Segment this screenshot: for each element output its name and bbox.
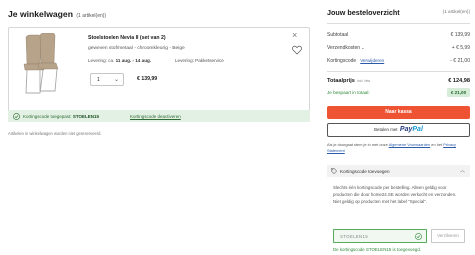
coupon-success-message: De kortingscode STOELEN15 is toegevoegd. (333, 247, 422, 252)
shipping-cost-value: + € 5,99 (451, 45, 470, 51)
redeem-button[interactable]: Verzilveren (431, 229, 465, 243)
summary-item-count: (1 artikel(en)) (442, 9, 470, 14)
product-price: € 139,99 (137, 76, 158, 82)
shipping-cost-toggle[interactable]: Verzendkosten⌄ (327, 45, 364, 51)
total-value: € 124,98 (448, 78, 470, 84)
deactivate-coupon-link[interactable]: Kortingscode deactiveren (130, 114, 181, 119)
heart-icon[interactable] (292, 45, 302, 55)
check-circle-icon (13, 112, 20, 120)
checkout-button[interactable]: Naar kassa (327, 106, 470, 119)
add-coupon-toggle[interactable]: Kortingscode toevoegen ︿ (327, 165, 470, 177)
coupon-info-text: Slechts één kortingscode per bestelling.… (333, 185, 457, 204)
shipping-method: Levering: Pakketservice (175, 58, 224, 63)
product-image[interactable] (18, 33, 64, 97)
paypal-button[interactable]: Betalen met PayPal (327, 123, 470, 137)
delivery-estimate: Levering: ca. 11 aug. - 14 aug. (88, 58, 152, 63)
subtotal-value: € 139,99 (450, 32, 470, 38)
total-savings-label: Je bespaart in totaal: (327, 90, 370, 95)
coupon-applied-bar: Kortingscode toegepast: STOELEN15 Kortin… (8, 110, 310, 122)
summary-title: Jouw besteloverzicht (327, 8, 400, 17)
subtotal-label: Subtotaal (327, 32, 349, 38)
discount-label: Kortingscode Verwijderen (327, 58, 385, 64)
chevron-down-icon: ⌄ (361, 45, 365, 50)
product-description: geweven stof/metaal - chroomkleurig - Be… (88, 46, 185, 51)
tag-icon (331, 168, 337, 174)
chevron-down-icon: ⌄ (113, 77, 119, 83)
chevron-up-icon: ︿ (459, 168, 465, 174)
add-coupon-label: Kortingscode toevoegen (340, 168, 390, 174)
cart-item-card: Stoelstoelen Nevia II (set van 2) geweve… (8, 27, 310, 122)
legal-text: Als je doorgaat stem je in met onze Alge… (327, 142, 456, 153)
quantity-select[interactable]: 1 ⌄ (90, 73, 124, 86)
reservation-note: Artikelen in winkelwagen worden niet ger… (8, 131, 102, 136)
terms-link[interactable]: Algemene Voorwaarden (389, 142, 431, 147)
close-icon[interactable]: × (292, 30, 297, 40)
cart-title: Je winkelwagen (1 artikel(en)) (8, 9, 107, 19)
product-name[interactable]: Stoelstoelen Nevia II (set van 2) (88, 35, 166, 41)
cart-item-count: (1 artikel(en)) (76, 13, 107, 19)
divider (327, 71, 470, 72)
paypal-logo: Pay (399, 126, 413, 133)
total-savings-badge: € 21,00 (447, 88, 470, 97)
divider (327, 23, 470, 24)
total-label: Totaalprijs incl. btw (327, 78, 371, 84)
discount-value: - € 21,00 (450, 58, 470, 64)
order-summary: Jouw besteloverzicht (1 artikel(en)) Sub… (327, 0, 470, 255)
coupon-applied-text: Kortingscode toegepast: STOELEN15 (23, 113, 99, 119)
check-circle-icon (415, 233, 422, 240)
remove-discount-link[interactable]: Verwijderen (360, 58, 384, 63)
coupon-code-input[interactable]: STOELEN15 (333, 229, 427, 243)
